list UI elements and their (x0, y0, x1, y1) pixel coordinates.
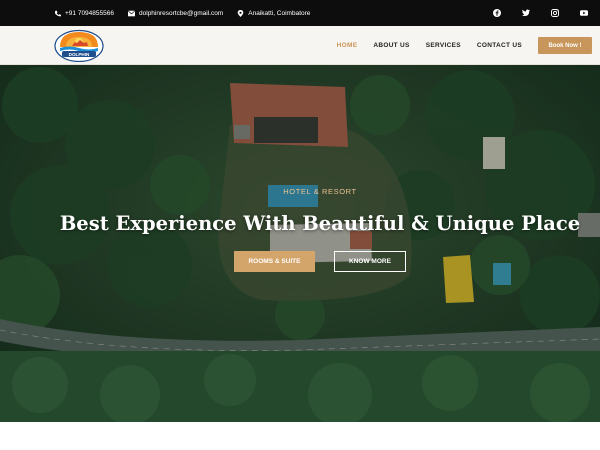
facebook-icon[interactable] (492, 9, 501, 18)
email-item[interactable]: dolphinresortcbe@gmail.com (127, 9, 224, 17)
location-item: Anaikatti, Coimbatore (237, 9, 311, 17)
envelope-icon (127, 9, 135, 16)
below-fold-section (0, 422, 600, 450)
top-info-bar: +91 7094855566 dolphinresortcbe@gmail.co… (0, 0, 600, 26)
hero-overlay (0, 65, 600, 422)
nav-services[interactable]: SERVICES (426, 42, 461, 49)
main-nav: HOME ABOUT US SERVICES CONTACT US (321, 26, 522, 65)
phone-item[interactable]: +91 7094855566 (54, 10, 114, 17)
social-links (492, 0, 588, 26)
nav-contact-us[interactable]: CONTACT US (477, 42, 522, 49)
phone-number: +91 7094855566 (65, 9, 114, 17)
email-address: dolphinresortcbe@gmail.com (138, 9, 224, 17)
logo-text: DOLPHIN (69, 52, 90, 57)
contact-info: +91 7094855566 dolphinresortcbe@gmail.co… (54, 0, 324, 26)
hero-section: HOTEL & RESORT Best Experience With Beau… (0, 65, 600, 422)
youtube-icon[interactable] (579, 9, 588, 18)
twitter-icon[interactable] (521, 9, 530, 18)
rooms-and-suite-button[interactable]: ROOMS & SUITE (234, 251, 315, 272)
location-text: Anaikatti, Coimbatore (248, 9, 311, 17)
phone-icon (54, 10, 61, 16)
nav-home[interactable]: HOME (337, 42, 358, 49)
book-now-button[interactable]: Book Now ! (538, 37, 592, 54)
know-more-button[interactable]: KNOW MORE (334, 251, 406, 272)
hero-eyebrow: HOTEL & RESORT (283, 187, 357, 196)
site-header: DOLPHIN HOME ABOUT US SERVICES CONTACT U… (0, 26, 600, 65)
nav-about-us[interactable]: ABOUT US (373, 42, 409, 49)
map-pin-icon (237, 9, 244, 17)
hero-headline: Best Experience With Beautiful & Unique … (59, 212, 581, 235)
instagram-icon[interactable] (550, 9, 559, 18)
resort-logo[interactable]: DOLPHIN (54, 29, 104, 62)
